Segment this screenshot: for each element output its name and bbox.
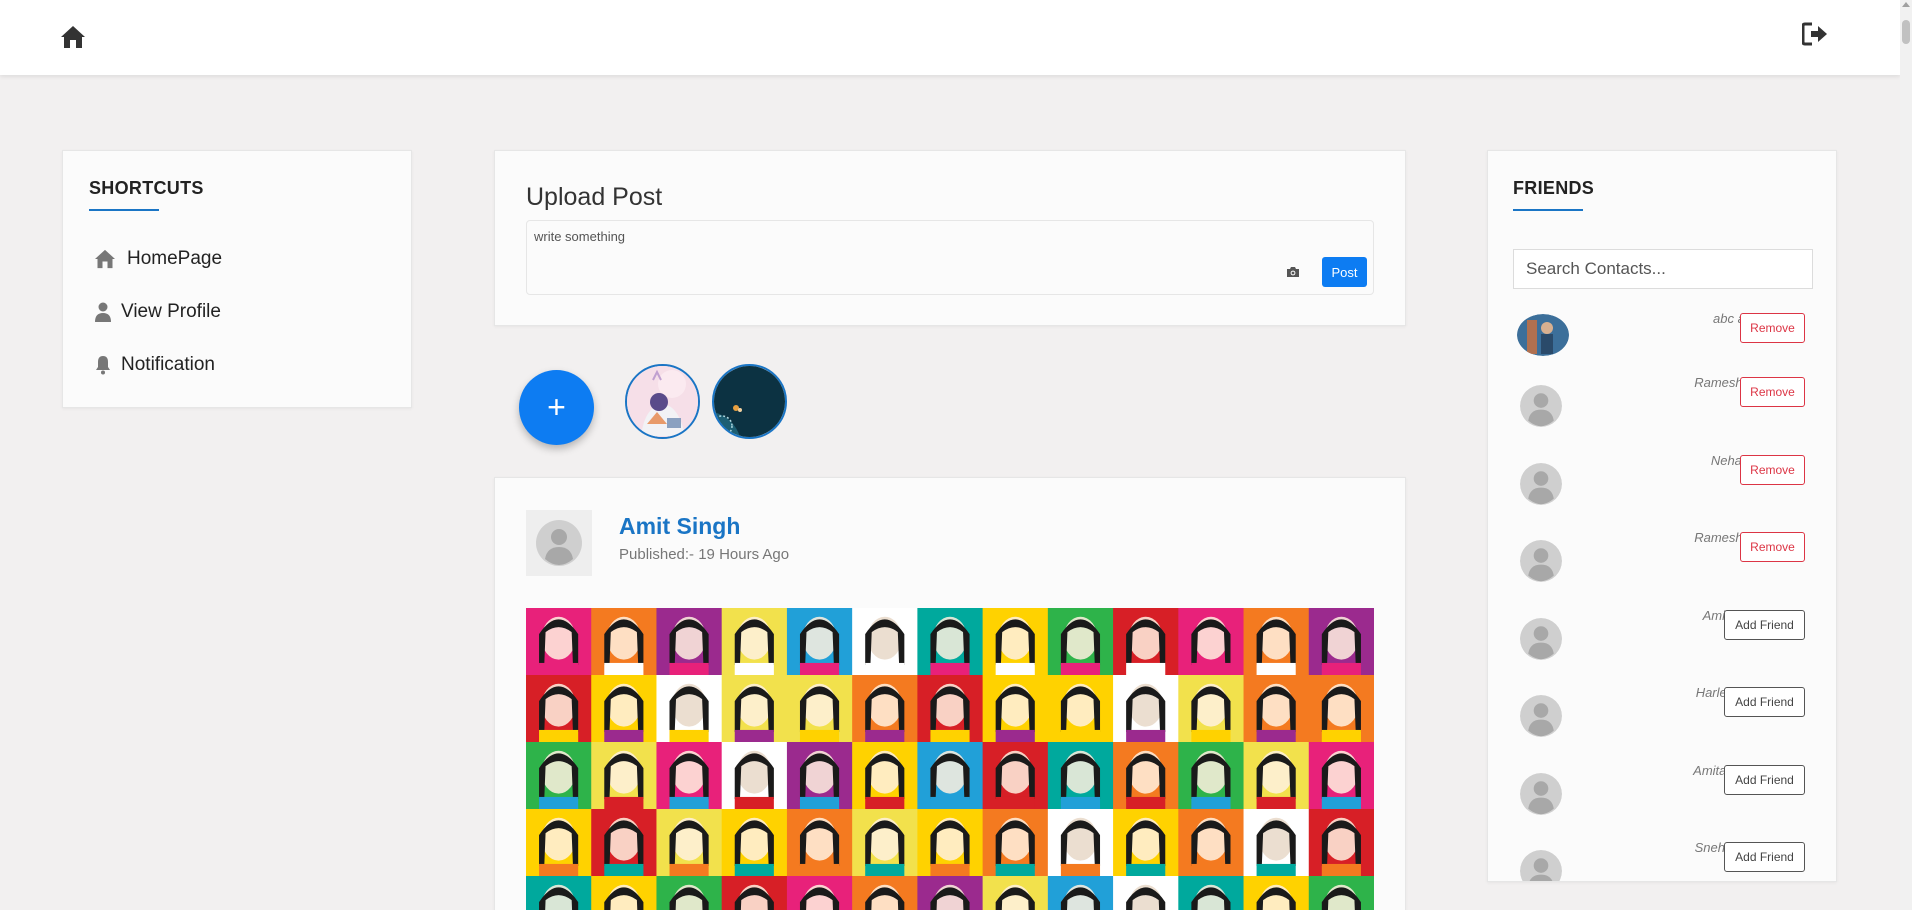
avatar[interactable] xyxy=(1517,314,1569,356)
friend-row: Amitabh Joshi Add Friend xyxy=(1488,763,1836,823)
friend-row: abc admin Remove xyxy=(1488,311,1836,371)
home-icon xyxy=(93,247,117,271)
friend-row: Sneha Reddy Add Friend xyxy=(1488,840,1836,881)
home-icon[interactable] xyxy=(58,22,88,52)
post-image[interactable] xyxy=(526,608,1374,910)
add-story-button[interactable]: + xyxy=(519,370,594,445)
story-thumbnail[interactable] xyxy=(712,364,787,439)
friend-row: Amit Singh Add Friend xyxy=(1488,608,1836,668)
avatar[interactable] xyxy=(1520,773,1562,815)
remove-friend-button[interactable]: Remove xyxy=(1740,532,1805,562)
bell-icon xyxy=(93,353,113,377)
avatar[interactable] xyxy=(526,510,592,576)
top-navbar xyxy=(0,0,1900,75)
avatar[interactable] xyxy=(1520,385,1562,427)
remove-friend-button[interactable]: Remove xyxy=(1740,455,1805,485)
avatar[interactable] xyxy=(1520,618,1562,660)
shortcut-label: HomePage xyxy=(127,248,223,269)
post-published-time: Published:- 19 Hours Ago xyxy=(619,546,790,563)
friend-row: Harleen Kaur Add Friend xyxy=(1488,685,1836,745)
add-friend-button[interactable]: Add Friend xyxy=(1724,765,1805,795)
shortcuts-title: SHORTCUTS xyxy=(89,178,204,198)
search-contacts-input[interactable]: Search Contacts... xyxy=(1513,249,1813,289)
post-author-name[interactable]: Amit Singh xyxy=(619,513,740,540)
upload-post-title: Upload Post xyxy=(526,183,663,211)
shortcut-label: View Profile xyxy=(121,301,221,322)
upload-post-card: Upload Post write something Post xyxy=(494,150,1406,326)
add-friend-button[interactable]: Add Friend xyxy=(1724,842,1805,872)
page-scrollbar[interactable] xyxy=(1900,0,1912,910)
remove-friend-button[interactable]: Remove xyxy=(1740,377,1805,407)
friends-title: FRIENDS xyxy=(1513,178,1595,198)
scroll-up-arrow-icon[interactable] xyxy=(1902,2,1910,7)
avatar[interactable] xyxy=(1520,463,1562,505)
friend-row: Ramesh Sharma Remove xyxy=(1488,375,1836,435)
remove-friend-button[interactable]: Remove xyxy=(1740,313,1805,343)
avatar[interactable] xyxy=(1520,695,1562,737)
shortcut-homepage[interactable]: HomePage xyxy=(93,247,222,271)
friend-row: Neha Patel Remove xyxy=(1488,453,1836,513)
shortcuts-panel: SHORTCUTS HomePage View Profile Notifica… xyxy=(62,150,412,408)
post-button[interactable]: Post xyxy=(1322,257,1367,287)
shortcut-view-profile[interactable]: View Profile xyxy=(93,300,221,324)
friends-title-underline xyxy=(1513,209,1583,211)
add-friend-button[interactable]: Add Friend xyxy=(1724,610,1805,640)
feed-post-card: Amit Singh Published:- 19 Hours Ago xyxy=(494,477,1406,910)
shortcuts-title-underline xyxy=(89,209,159,211)
avatar[interactable] xyxy=(1520,540,1562,582)
user-icon xyxy=(93,300,113,324)
friends-panel: FRIENDS Search Contacts... abc admin Rem… xyxy=(1487,150,1837,882)
logout-icon[interactable] xyxy=(1800,19,1830,49)
story-thumbnail[interactable] xyxy=(625,364,700,439)
avatar[interactable] xyxy=(1520,850,1562,881)
scrollbar-thumb[interactable] xyxy=(1902,20,1910,44)
post-text-input[interactable]: write something xyxy=(526,220,1374,295)
shortcut-label: Notification xyxy=(121,354,215,375)
shortcut-notification[interactable]: Notification xyxy=(93,353,215,377)
camera-icon[interactable] xyxy=(1283,263,1303,281)
friend-row: Ramesh Sharma Remove xyxy=(1488,530,1836,590)
add-friend-button[interactable]: Add Friend xyxy=(1724,687,1805,717)
